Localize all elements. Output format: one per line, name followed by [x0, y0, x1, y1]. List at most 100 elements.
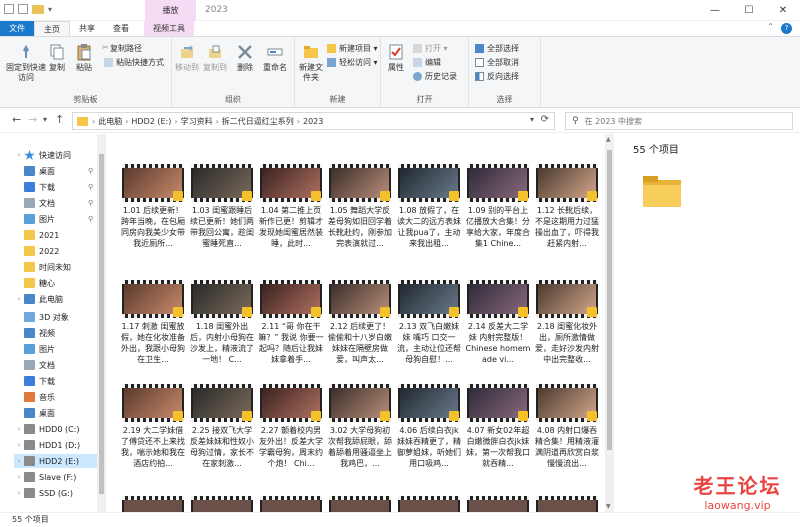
video-file-item[interactable]: 1.03 闺蜜跟睡后续已更新！她们两带我回公寓，趁闺蜜睡死直... — [189, 164, 255, 249]
video-file-item[interactable] — [258, 496, 324, 512]
sidebar-item-pc[interactable]: 音乐 — [14, 390, 97, 404]
video-file-item[interactable] — [120, 496, 186, 512]
sidebar-item-quick[interactable]: 时间未知 — [24, 260, 71, 274]
address-bar[interactable]: › 此电脑 › HDD2 (E:) › 学习资料 › 拆二代日逼红尘系列 › 2… — [72, 112, 555, 130]
new-folder-icon[interactable] — [32, 4, 44, 14]
breadcrumb-this-pc[interactable]: 此电脑 — [98, 116, 122, 127]
new-folder-button[interactable]: 新建文件夹 — [297, 43, 325, 83]
search-box[interactable]: ⚲ 在 2023 中搜索 — [565, 112, 793, 130]
video-file-item[interactable]: 4.06 后续白衣jk妹妹吞精更了，精御萝姐妹，听她们用口吸鸡... — [396, 384, 462, 469]
tab-home[interactable]: 主页 — [34, 21, 70, 36]
video-file-item[interactable]: 2.18 闺蜜化妆外出，厕所激情做爱，走好沙发内射中出完整收... — [534, 280, 600, 365]
up-button[interactable]: ↑ — [55, 113, 64, 126]
properties-button[interactable]: 属性 — [385, 43, 407, 73]
video-file-item[interactable]: 1.09 别的平台上亿播放大合集！分享给大家，年度合集1 Chine... — [465, 164, 531, 249]
tab-video-tools[interactable]: 视频工具 — [144, 21, 194, 36]
expand-icon[interactable]: › — [14, 151, 24, 159]
help-icon[interactable]: ? — [781, 23, 792, 34]
sidebar-item-pc[interactable]: 3D 对象 — [14, 310, 97, 324]
easy-access-button[interactable]: 轻松访问 ▾ — [327, 57, 378, 68]
tab-view[interactable]: 查看 — [104, 21, 138, 36]
video-file-item[interactable]: 2.13 双飞白嫩妹妹 嘴巧 口交一流，主动让位还帮母狗自慰！... — [396, 280, 462, 365]
sidebar-item-quick[interactable]: 下载 ⚲ — [24, 180, 93, 194]
expand-icon[interactable]: › — [14, 425, 24, 433]
rename-button[interactable]: 重命名 — [260, 43, 290, 73]
breadcrumb-series[interactable]: 拆二代日逼红尘系列 — [222, 116, 294, 127]
video-file-item[interactable]: 1.04 第二推上页新作已更！剪辑才发现她闺蜜居然装睡，此时... — [258, 164, 324, 249]
video-file-item[interactable] — [534, 496, 600, 512]
video-file-item[interactable]: 1.08 放假了，在读大二的远方表妹让我pua了，主动来我出租... — [396, 164, 462, 249]
recent-locations-button[interactable]: ▾ — [43, 115, 47, 124]
sidebar-item-pc[interactable]: › Slave (F:) — [14, 470, 97, 484]
video-file-item[interactable]: 2.19 大二学妹借了傅贷还不上来找我，喘示她和我在酒店约拍... — [120, 384, 186, 469]
sidebar-this-pc[interactable]: › 此电脑 — [14, 292, 63, 306]
video-file-item[interactable]: 1.18 闺蜜外出后，内射小母狗在沙发上，精液流了一地！ C... — [189, 280, 255, 365]
sidebar-item-quick[interactable]: 2021 — [24, 228, 59, 242]
qat-dropdown-icon[interactable]: ▾ — [48, 5, 52, 14]
invert-selection-button[interactable]: 反向选择 — [475, 71, 519, 82]
tab-share[interactable]: 共享 — [70, 21, 104, 36]
expand-icon[interactable]: › — [14, 489, 24, 497]
maximize-button[interactable]: ☐ — [732, 0, 766, 21]
context-tab-play[interactable]: 播放 — [145, 0, 196, 21]
video-file-item[interactable] — [396, 496, 462, 512]
back-button[interactable]: ← — [12, 113, 21, 126]
collapse-ribbon-icon[interactable]: ⌃ — [767, 22, 774, 31]
sidebar-item-quick[interactable]: 图片 ⚲ — [24, 212, 93, 226]
video-file-item[interactable] — [189, 496, 255, 512]
tab-file[interactable]: 文件 — [0, 21, 34, 36]
breadcrumb-2023[interactable]: 2023 — [303, 117, 323, 126]
video-file-item[interactable]: 4.07 新女02年超白嫩微胖白衣jk妹妹，第一次帮我口就吞精... — [465, 384, 531, 469]
sidebar-item-quick[interactable]: 桌面 ⚲ — [24, 164, 93, 178]
file-list-scrollbar[interactable]: ▲ ▼ — [605, 134, 614, 512]
video-file-item[interactable] — [465, 496, 531, 512]
sidebar-item-pc[interactable]: › SSD (G:) — [14, 486, 97, 500]
video-file-item[interactable]: 1.01 后续更新！跨年当晚，在包厢同房向我美少女带我近厕所... — [120, 164, 186, 249]
video-file-item[interactable]: 2.25 接双飞大学反差妹妹和性奴小母狗过情，家长不在家刺激... — [189, 384, 255, 469]
video-file-item[interactable] — [327, 496, 393, 512]
select-none-button[interactable]: 全部取消 — [475, 57, 519, 68]
select-all-button[interactable]: 全部选择 — [475, 43, 519, 54]
refresh-icon[interactable]: ⟳ — [541, 114, 549, 125]
video-file-item[interactable]: 3.02 大学母狗初次帮我舔屁眼，舔着舔着用骚逼坐上我鸡巴，... — [327, 384, 393, 469]
sidebar-item-pc[interactable]: 文档 — [14, 358, 97, 372]
delete-button[interactable]: 删除 — [234, 43, 256, 73]
sidebar-item-pc[interactable]: › HDD2 (E:) — [14, 454, 97, 468]
expand-icon[interactable]: › — [14, 441, 24, 449]
sidebar-item-pc[interactable]: 图片 — [14, 342, 97, 356]
scroll-down-icon[interactable]: ▼ — [606, 503, 611, 510]
properties-icon[interactable] — [18, 4, 28, 14]
sidebar-item-pc[interactable]: › HDD0 (C:) — [14, 422, 97, 436]
sidebar-item-pc[interactable]: 桌面 — [14, 406, 97, 420]
sidebar-quick-access[interactable]: › 快速访问 — [14, 148, 71, 162]
move-to-button[interactable]: 移动到 — [174, 43, 200, 73]
sidebar-item-quick[interactable]: 2022 — [24, 244, 59, 258]
copy-path-button[interactable]: 复制路径 — [110, 43, 142, 54]
edit-button[interactable]: 编辑 — [413, 57, 441, 68]
expand-icon[interactable]: › — [14, 457, 24, 465]
expand-icon[interactable]: › — [14, 473, 24, 481]
address-dropdown-icon[interactable]: ▾ — [530, 115, 534, 124]
minimize-button[interactable]: — — [698, 0, 732, 21]
sidebar-item-pc[interactable]: › HDD1 (D:) — [14, 438, 97, 452]
sidebar-item-pc[interactable]: 下载 — [14, 374, 97, 388]
copy-to-button[interactable]: 复制到 — [202, 43, 228, 73]
open-button[interactable]: 打开 ▾ — [413, 43, 448, 54]
paste-shortcut-button[interactable]: 粘贴快捷方式 — [104, 57, 164, 68]
breadcrumb-hdd2[interactable]: HDD2 (E:) — [131, 117, 171, 126]
forward-button[interactable]: → — [28, 113, 37, 126]
undo-icon[interactable] — [4, 4, 14, 14]
pin-quick-access-button[interactable]: 固定到快速访问 — [6, 43, 46, 83]
scroll-up-icon[interactable]: ▲ — [606, 136, 611, 143]
close-button[interactable]: ✕ — [766, 0, 800, 21]
sidebar-item-pc[interactable]: 视频 — [14, 326, 97, 340]
video-file-item[interactable]: 2.14 反差大二学妹 内射完整版！ Chinese homemade vi..… — [465, 280, 531, 365]
expand-icon[interactable]: › — [14, 295, 24, 303]
sidebar-item-quick[interactable]: 文档 ⚲ — [24, 196, 93, 210]
sidebar-scrollbar[interactable] — [97, 134, 106, 512]
cut-button[interactable]: ✂ — [102, 43, 109, 52]
history-button[interactable]: 历史记录 — [413, 71, 457, 82]
video-file-item[interactable]: 4.08 内射口爆吞精合集！用精液灌满阴道再欣赏白浆慢慢流出... — [534, 384, 600, 469]
video-file-item[interactable]: 2.27 颤着校内男友外出！反差大学学霸母狗，周末约个炮！ Chi... — [258, 384, 324, 469]
copy-button[interactable]: 复制 — [46, 43, 68, 73]
